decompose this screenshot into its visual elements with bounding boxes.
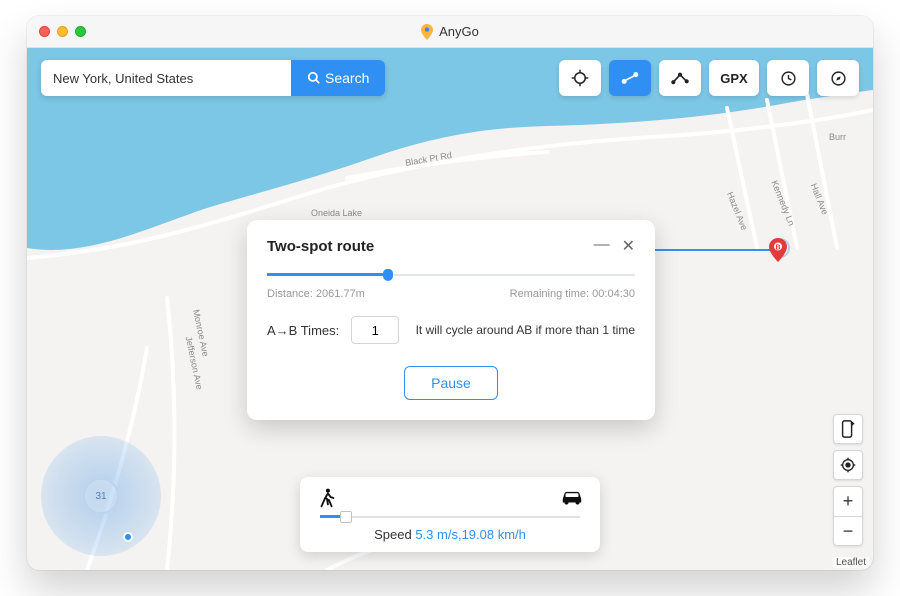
speed-panel: Speed 5.3 m/s,19.08 km/h	[300, 477, 600, 552]
pause-button[interactable]: Pause	[404, 366, 498, 400]
app-title: AnyGo	[439, 24, 479, 39]
speed-slider[interactable]	[320, 513, 580, 521]
gpx-tool[interactable]: GPX	[709, 60, 759, 96]
map-attribution: Leaflet	[833, 557, 869, 568]
zoom-out-button[interactable]: −	[833, 516, 863, 546]
multi-spot-tool[interactable]	[659, 60, 701, 96]
distance-label: Distance: 2061.77m	[267, 288, 365, 300]
close-panel-button[interactable]: ✕	[622, 236, 635, 256]
clock-icon	[780, 70, 797, 87]
map-label-oneida: Oneida Lake	[311, 208, 362, 218]
locate-tool[interactable]	[559, 60, 601, 96]
titlebar: AnyGo	[27, 16, 873, 48]
mode-toolbar: GPX	[559, 60, 859, 96]
walk-icon	[316, 487, 338, 509]
times-label: A→B Times:	[267, 323, 339, 338]
joystick[interactable]: 31	[41, 436, 161, 556]
remaining-label: Remaining time: 00:04:30	[510, 288, 635, 300]
window-controls	[39, 26, 86, 37]
times-hint: It will cycle around AB if more than 1 t…	[416, 323, 635, 337]
speed-value: 5.3 m/s,19.08 km/h	[415, 527, 526, 542]
app-window: AnyGo Oneida Lake Black Pt Rd Monroe Ave…	[27, 16, 873, 570]
map-canvas[interactable]: Oneida Lake Black Pt Rd Monroe Ave Jeffe…	[27, 48, 873, 570]
close-window-button[interactable]	[39, 26, 50, 37]
two-spot-icon	[620, 69, 640, 87]
multi-spot-icon	[670, 70, 690, 86]
compass-icon	[830, 70, 847, 87]
maximize-window-button[interactable]	[75, 26, 86, 37]
app-pin-icon	[421, 24, 433, 40]
search-button-label: Search	[325, 70, 369, 86]
compass-tool[interactable]	[817, 60, 859, 96]
times-input[interactable]	[351, 316, 399, 344]
svg-text:B: B	[775, 245, 780, 252]
search-input[interactable]	[41, 60, 291, 96]
add-device-button[interactable]	[833, 414, 863, 444]
joystick-handle[interactable]	[123, 532, 133, 542]
speed-label: Speed	[374, 527, 412, 542]
search-box: Search	[41, 60, 385, 96]
crosshair-icon	[571, 69, 589, 87]
history-tool[interactable]	[767, 60, 809, 96]
search-icon	[307, 71, 321, 85]
recenter-button[interactable]	[833, 450, 863, 480]
panel-title: Two-spot route	[267, 238, 374, 255]
search-button[interactable]: Search	[291, 60, 385, 96]
marker-b[interactable]: B	[769, 238, 787, 267]
minimize-window-button[interactable]	[57, 26, 68, 37]
car-icon	[560, 487, 584, 507]
map-controls: + −	[833, 414, 863, 546]
recenter-icon	[840, 457, 856, 473]
route-progress-slider[interactable]	[267, 270, 635, 280]
route-panel: Two-spot route — ✕ Distance: 2061.77m Re…	[247, 220, 655, 420]
minimize-panel-button[interactable]: —	[594, 236, 610, 256]
zoom-in-button[interactable]: +	[833, 486, 863, 516]
two-spot-tool[interactable]	[609, 60, 651, 96]
joystick-center: 31	[83, 478, 119, 514]
map-label-burr: Burr	[829, 132, 846, 142]
phone-plus-icon	[840, 420, 856, 438]
